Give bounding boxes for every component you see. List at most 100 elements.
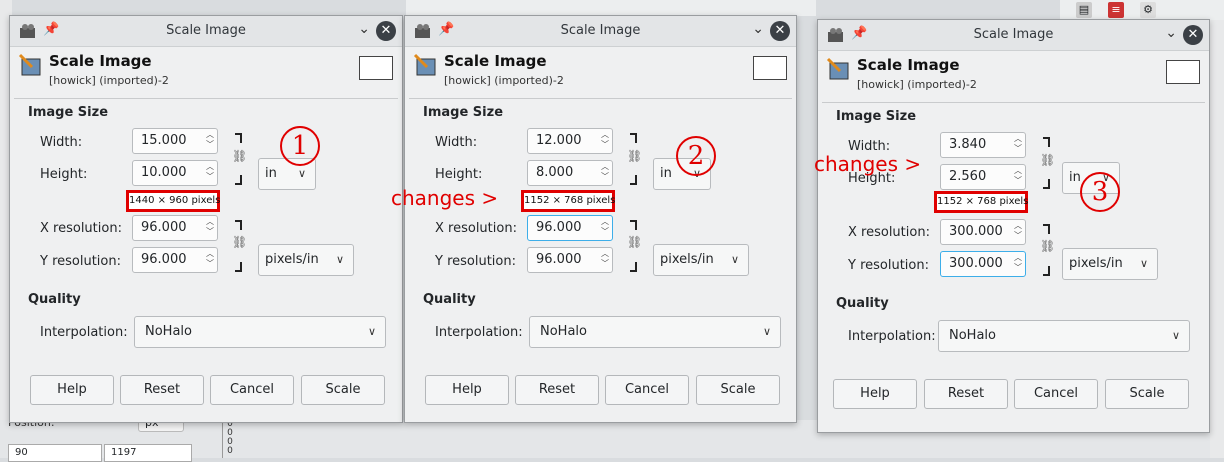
- window-title: Scale Image: [560, 23, 641, 38]
- close-icon[interactable]: ✕: [376, 21, 396, 41]
- spin-arrows-icon[interactable]: ︿ ﹀: [206, 217, 214, 237]
- channels-icon[interactable]: ≡: [1108, 2, 1124, 18]
- chain-link-icon[interactable]: ⛓: [232, 236, 247, 248]
- spin-arrows-icon[interactable]: ︿ ﹀: [206, 162, 214, 182]
- image-name: [howick] (imported)-2: [49, 74, 169, 87]
- chain-bracket-top: [235, 133, 242, 143]
- changes-annotation-1: changes >: [391, 186, 499, 210]
- close-icon[interactable]: ✕: [1183, 25, 1203, 45]
- y-resolution-label: Y resolution:: [848, 258, 929, 273]
- pixel-size-readout: 1152 × 768 pixels: [521, 190, 615, 212]
- height-label: Height:: [40, 167, 88, 182]
- titlebar: 📌 Scale Image ⌄ ✕: [818, 20, 1209, 51]
- chain-link-icon[interactable]: ⛓: [1040, 154, 1055, 166]
- chevron-down-icon: ∨: [335, 253, 344, 266]
- width-label: Width:: [40, 135, 83, 150]
- scale-image-dialog-1: 📌 Scale Image ⌄ ✕ Scale Image [howick] (…: [9, 15, 403, 423]
- minimize-chevron-icon[interactable]: ⌄: [358, 21, 370, 37]
- chain-bracket-bottom: [1043, 266, 1050, 276]
- close-icon[interactable]: ✕: [770, 21, 790, 41]
- height-spinbox[interactable]: 2.560 ︿ ﹀: [940, 164, 1026, 190]
- x-resolution-spinbox[interactable]: 300.000 ︿ ﹀: [940, 219, 1026, 245]
- workspace-top-strip: [406, 0, 816, 16]
- chain-bracket-bottom: [235, 175, 242, 185]
- chain-link-icon[interactable]: ⛓: [1040, 240, 1055, 252]
- y-resolution-spinbox[interactable]: 96.000 ︿ ﹀: [527, 247, 613, 273]
- reset-button[interactable]: Reset: [924, 379, 1008, 409]
- minimize-chevron-icon[interactable]: ⌄: [1165, 25, 1177, 41]
- x-resolution-spinbox[interactable]: 96.000 ︿ ﹀: [527, 215, 613, 241]
- spin-arrows-icon[interactable]: ︿ ﹀: [206, 130, 214, 150]
- workspace-right-strip: [1210, 0, 1224, 458]
- interpolation-select[interactable]: NoHalo ∨: [938, 320, 1190, 352]
- chain-bracket-bottom: [1043, 179, 1050, 189]
- position-x-field[interactable]: 90: [8, 444, 102, 462]
- dialog-heading: Scale Image: [444, 52, 547, 70]
- scale-button[interactable]: Scale: [696, 375, 780, 405]
- reset-button[interactable]: Reset: [120, 375, 204, 405]
- cancel-button[interactable]: Cancel: [210, 375, 294, 405]
- scale-image-icon: [413, 53, 436, 76]
- spin-arrows-icon[interactable]: ︿ ﹀: [601, 249, 609, 269]
- spin-arrows-icon[interactable]: ︿ ﹀: [1014, 166, 1022, 186]
- image-preview: [1166, 60, 1200, 84]
- spin-arrows-icon[interactable]: ︿ ﹀: [601, 217, 609, 237]
- scale-image-dialog-3: 📌 Scale Image ⌄ ✕ Scale Image [howick] (…: [817, 19, 1210, 433]
- interpolation-label: Interpolation:: [848, 329, 936, 344]
- interpolation-select[interactable]: NoHalo ∨: [134, 316, 386, 348]
- height-spinbox[interactable]: 10.000 ︿ ﹀: [132, 160, 218, 186]
- height-spinbox[interactable]: 8.000 ︿ ﹀: [527, 160, 613, 186]
- x-resolution-spinbox[interactable]: 96.000 ︿ ﹀: [132, 215, 218, 241]
- quality-label: Quality: [423, 292, 476, 307]
- image-preview: [753, 56, 787, 80]
- cancel-button[interactable]: Cancel: [605, 375, 689, 405]
- chain-link-icon[interactable]: ⛓: [627, 150, 642, 162]
- spin-arrows-icon[interactable]: ︿ ﹀: [1014, 134, 1022, 154]
- window-title: Scale Image: [973, 27, 1054, 42]
- width-spinbox[interactable]: 3.840 ︿ ﹀: [940, 132, 1026, 158]
- chevron-down-icon: ∨: [1139, 257, 1148, 270]
- spin-arrows-icon[interactable]: ︿ ﹀: [206, 249, 214, 269]
- layers-icon[interactable]: ▤: [1076, 2, 1092, 18]
- scale-button[interactable]: Scale: [301, 375, 385, 405]
- chain-link-icon[interactable]: ⛓: [232, 150, 247, 162]
- scale-button[interactable]: Scale: [1105, 379, 1189, 409]
- image-name: [howick] (imported)-2: [857, 78, 977, 91]
- quality-label: Quality: [836, 296, 889, 311]
- cancel-button[interactable]: Cancel: [1014, 379, 1098, 409]
- help-button[interactable]: Help: [30, 375, 114, 405]
- help-button[interactable]: Help: [833, 379, 917, 409]
- step-marker: 1: [280, 126, 320, 166]
- paths-icon[interactable]: ⚙: [1140, 2, 1156, 18]
- spin-arrows-icon[interactable]: ︿ ﹀: [601, 130, 609, 150]
- minimize-chevron-icon[interactable]: ⌄: [752, 21, 764, 37]
- reset-button[interactable]: Reset: [515, 375, 599, 405]
- chain-link-icon[interactable]: ⛓: [627, 236, 642, 248]
- dialog-heading: Scale Image: [49, 52, 152, 70]
- y-resolution-spinbox[interactable]: 96.000 ︿ ﹀: [132, 247, 218, 273]
- toolbox-strip: ▤ ≡ ⚙: [1060, 0, 1224, 20]
- spin-arrows-icon[interactable]: ︿ ﹀: [601, 162, 609, 182]
- resolution-unit-select[interactable]: pixels/in ∨: [653, 244, 749, 276]
- chain-bracket-bottom: [630, 262, 637, 272]
- chain-bracket-top: [1043, 137, 1050, 147]
- vertical-ruler: 0000: [222, 420, 237, 458]
- chain-bracket-top: [1043, 224, 1050, 234]
- step-marker: 3: [1080, 172, 1120, 212]
- chain-bracket-top: [630, 220, 637, 230]
- header-divider: [14, 98, 398, 99]
- interpolation-select[interactable]: NoHalo ∨: [529, 316, 781, 348]
- width-spinbox[interactable]: 15.000 ︿ ﹀: [132, 128, 218, 154]
- chain-bracket-top: [630, 133, 637, 143]
- changes-annotation-2: changes >: [814, 152, 922, 176]
- dialog-heading: Scale Image: [857, 56, 960, 74]
- resolution-unit-select[interactable]: pixels/in ∨: [258, 244, 354, 276]
- y-resolution-spinbox[interactable]: 300.000 ︿ ﹀: [940, 251, 1026, 277]
- width-spinbox[interactable]: 12.000 ︿ ﹀: [527, 128, 613, 154]
- spin-arrows-icon[interactable]: ︿ ﹀: [1014, 221, 1022, 241]
- header-divider: [409, 98, 792, 99]
- resolution-unit-select[interactable]: pixels/in ∨: [1062, 248, 1158, 280]
- spin-arrows-icon[interactable]: ︿ ﹀: [1014, 253, 1022, 273]
- help-button[interactable]: Help: [425, 375, 509, 405]
- position-y-field[interactable]: 1197: [104, 444, 192, 462]
